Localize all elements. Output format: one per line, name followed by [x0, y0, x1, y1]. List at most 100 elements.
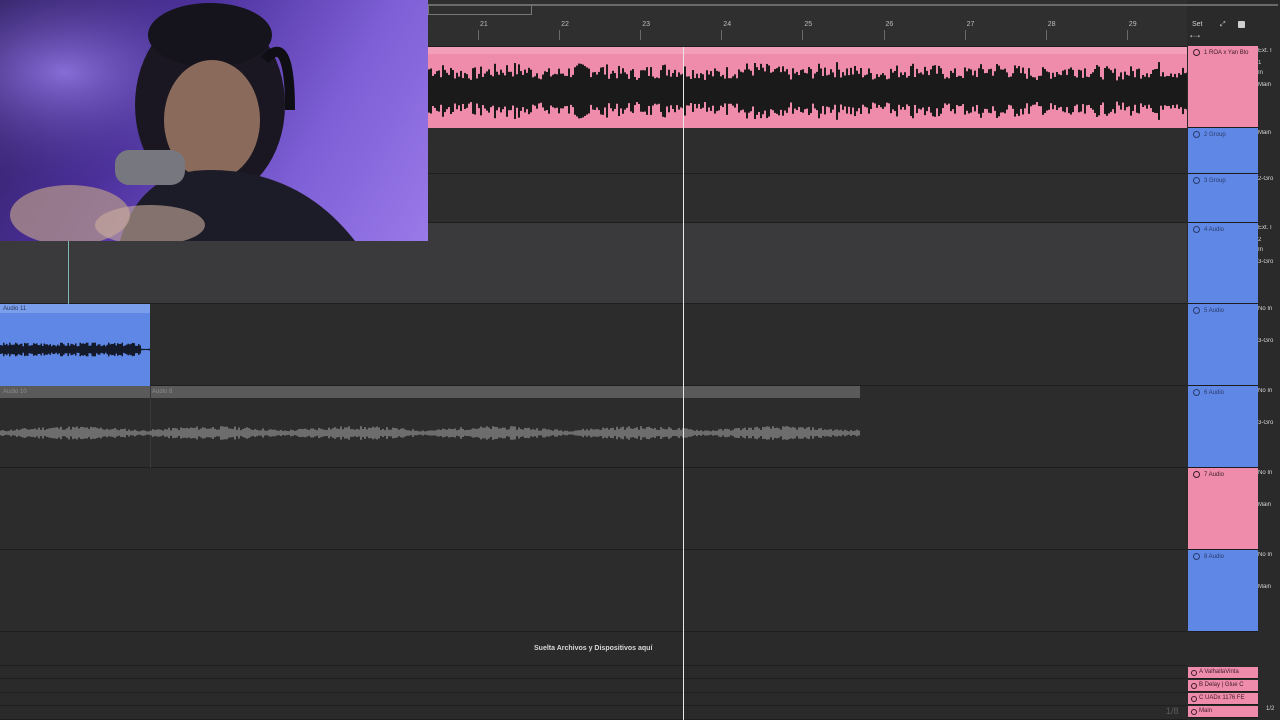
arrows-icon[interactable]: ⇠⇢: [1190, 33, 1200, 40]
fold-icon[interactable]: [1191, 709, 1197, 715]
waveform: [428, 62, 1187, 120]
lane-track-8[interactable]: [0, 550, 1187, 632]
fold-icon[interactable]: [1191, 696, 1197, 702]
bar-tick: [559, 30, 561, 40]
track-name: 7 Audio: [1204, 472, 1225, 478]
audio-clips-track-6[interactable]: Audio 10 Audio 8: [0, 386, 860, 468]
clip-name: Audio 8: [152, 389, 173, 395]
return-track-2[interactable]: B Delay | Glue C: [1188, 680, 1258, 692]
bar-number: 27: [966, 21, 975, 28]
bar-number: 29: [1128, 21, 1137, 28]
io-routing-label[interactable]: No In: [1258, 306, 1280, 312]
fold-icon[interactable]: [1193, 389, 1200, 396]
bar-number: 28: [1047, 21, 1056, 28]
track-header-2[interactable]: 2 Group: [1188, 128, 1258, 174]
io-routing-label[interactable]: In: [1258, 70, 1280, 76]
bar-tick: [640, 30, 642, 40]
return-name: Main: [1199, 708, 1213, 714]
track-name: 1 ROA x Yan Blo: [1204, 50, 1249, 56]
io-routing-label[interactable]: 3-Gro: [1258, 420, 1280, 426]
waveform: [0, 342, 150, 357]
audio-clip-audio-11[interactable]: Audio 11: [0, 304, 150, 386]
bar-tick: [721, 30, 723, 40]
bar-tick: [964, 30, 966, 40]
track-name: 5 Audio: [1204, 308, 1225, 314]
clip-header: [0, 386, 860, 398]
return-name: A ValhallaVinta: [1199, 669, 1239, 675]
bar-number: 23: [642, 21, 650, 28]
fold-icon[interactable]: [1193, 471, 1200, 478]
divider: [0, 705, 1187, 706]
clip-header: [428, 46, 1187, 54]
set-button[interactable]: Set: [1192, 21, 1203, 28]
timeline-ruler[interactable]: 21 22 23 24 25 26 27 28 29: [428, 0, 1187, 47]
bar-number: 22: [561, 21, 569, 28]
master-output: 1/2: [1266, 706, 1275, 712]
track-name: 8 Audio: [1204, 554, 1225, 560]
io-routing-label[interactable]: Ext. I: [1258, 48, 1280, 54]
return-track-1[interactable]: A ValhallaVinta: [1188, 667, 1258, 679]
fold-icon[interactable]: [1193, 226, 1200, 233]
webcam-person-image: [0, 0, 428, 241]
fold-icon[interactable]: [1193, 49, 1200, 56]
track-header-1[interactable]: 1 ROA x Yan Blo: [1188, 46, 1258, 128]
fold-icon[interactable]: [1193, 553, 1200, 560]
io-routing-label[interactable]: 2: [1258, 237, 1280, 243]
waveform: [0, 426, 860, 440]
io-routing-label[interactable]: Main: [1258, 82, 1280, 88]
bar-number: 21: [480, 21, 488, 28]
lock-icon[interactable]: [1238, 21, 1245, 28]
track-header-7[interactable]: 7 Audio: [1188, 468, 1258, 550]
divider: [0, 678, 1187, 679]
track-header-5[interactable]: 5 Audio: [1188, 304, 1258, 386]
loop-region[interactable]: [428, 4, 532, 15]
return-track-4[interactable]: Main: [1188, 706, 1258, 718]
io-routing-label[interactable]: 3-Gro: [1258, 259, 1280, 265]
bar-number: 25: [804, 21, 813, 28]
return-name: C UADx 1176 FE: [1199, 695, 1245, 701]
bar-number: 24: [723, 21, 732, 28]
bar-tick: [1045, 30, 1047, 40]
io-routing-label[interactable]: No In: [1258, 388, 1280, 394]
insert-marker: [68, 241, 69, 304]
track-name: 3 Group: [1204, 178, 1226, 184]
audio-clip-track-1[interactable]: [428, 46, 1187, 128]
lane-track-5[interactable]: [0, 304, 1187, 386]
return-track-3[interactable]: C UADx 1176 FE: [1188, 693, 1258, 705]
loop-bar[interactable]: [428, 4, 1278, 6]
divider: [0, 665, 1187, 666]
page-indicator: 1/8: [1166, 706, 1179, 716]
bar-tick: [883, 30, 885, 40]
io-routing-label[interactable]: No In: [1258, 470, 1280, 476]
lane-track-7[interactable]: [0, 468, 1187, 550]
io-routing-label[interactable]: No In: [1258, 552, 1280, 558]
bar-number: 26: [885, 21, 894, 28]
io-routing-label[interactable]: 2-Gro: [1258, 176, 1280, 182]
io-routing-label[interactable]: Main: [1258, 130, 1280, 136]
track-header-6[interactable]: 6 Audio: [1188, 386, 1258, 468]
webcam-overlay: [0, 0, 428, 241]
track-header-4[interactable]: 4 Audio: [1188, 223, 1258, 304]
io-routing-label[interactable]: Main: [1258, 502, 1280, 508]
playhead[interactable]: [683, 46, 684, 720]
fold-icon[interactable]: [1193, 177, 1200, 184]
track-name: 2 Group: [1204, 132, 1226, 138]
io-routing-label[interactable]: 3-Gro: [1258, 338, 1280, 344]
clip-name: Audio 10: [3, 389, 27, 395]
io-routing-label[interactable]: Ext. I: [1258, 225, 1280, 231]
fold-icon[interactable]: [1193, 307, 1200, 314]
track-header-8[interactable]: 8 Audio: [1188, 550, 1258, 632]
io-routing-label[interactable]: 1: [1258, 60, 1280, 66]
track-header-3[interactable]: 3 Group: [1188, 174, 1258, 223]
fold-icon[interactable]: [1191, 683, 1197, 689]
expand-icon[interactable]: ⤢: [1220, 21, 1228, 28]
bar-tick: [1126, 30, 1128, 40]
bar-tick: [802, 30, 804, 40]
drop-files-hint: Suelta Archivos y Dispositivos aquí: [534, 645, 653, 652]
fold-icon[interactable]: [1193, 131, 1200, 138]
io-routing-label[interactable]: Main: [1258, 584, 1280, 590]
return-name: B Delay | Glue C: [1199, 682, 1244, 688]
io-routing-label[interactable]: In: [1258, 247, 1280, 253]
track-name: 4 Audio: [1204, 227, 1225, 233]
fold-icon[interactable]: [1191, 670, 1197, 676]
